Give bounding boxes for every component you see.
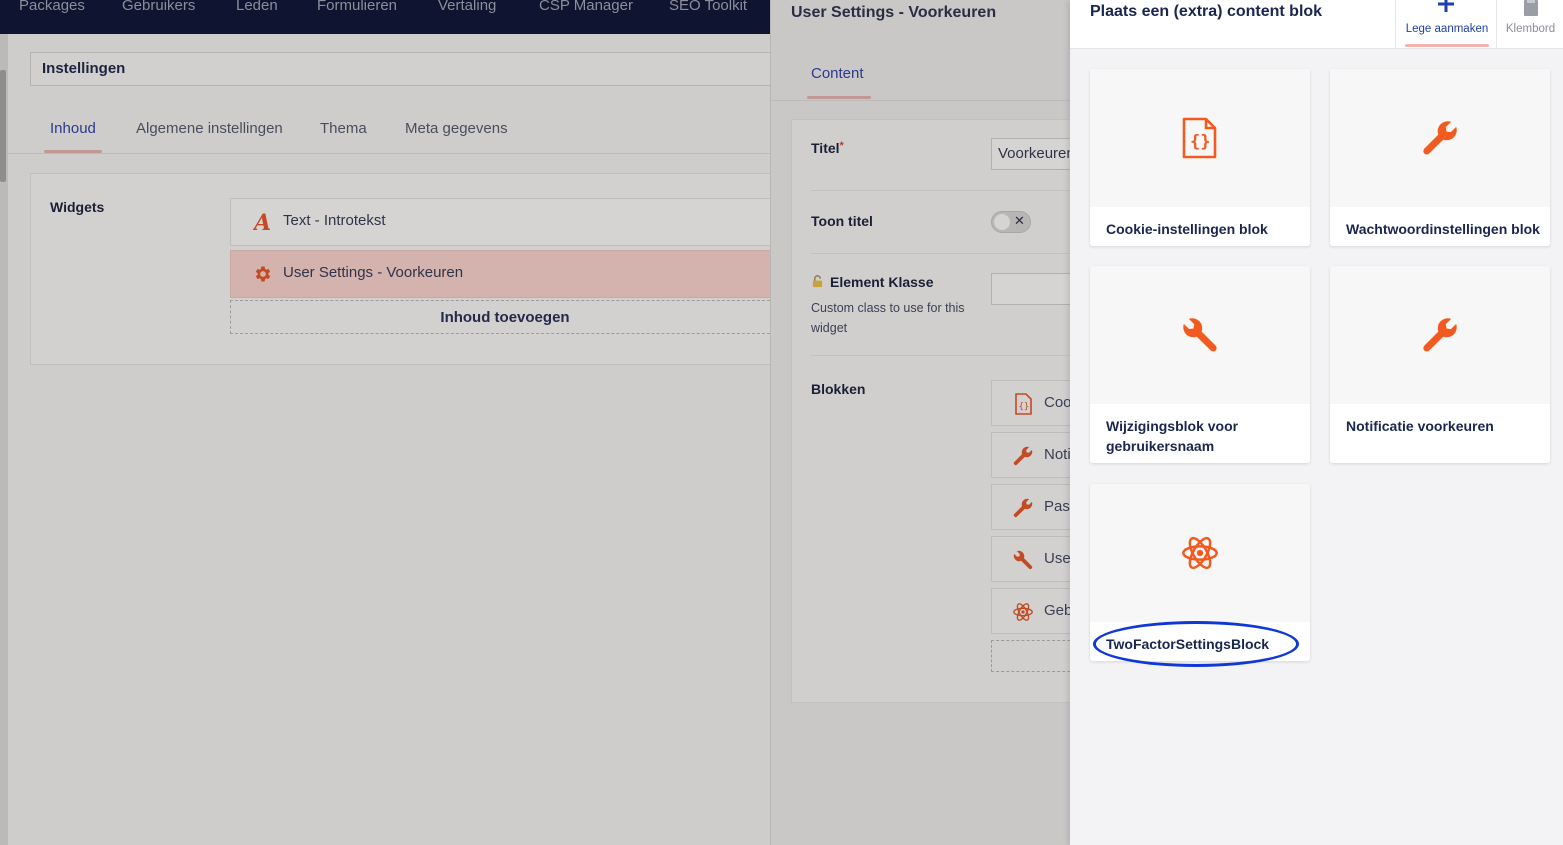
widget-label: Text - Introtekst xyxy=(283,212,386,229)
close-icon: ✕ xyxy=(1014,213,1025,228)
divider xyxy=(811,355,1070,356)
svg-text:A: A xyxy=(253,211,271,233)
create-empty-label: Lege aanmaken xyxy=(1405,23,1489,35)
block-label: User xyxy=(1044,550,1070,567)
titel-input[interactable]: Voorkeuren xyxy=(991,138,1070,170)
drawer-header: Plaats een (extra) content blok Lege aan… xyxy=(1070,0,1563,49)
nav-item-seo-toolkit[interactable]: SEO Toolkit xyxy=(669,0,747,14)
titel-label-text: Titel xyxy=(811,140,840,156)
required-mark: * xyxy=(839,140,844,152)
block-tile-username-change[interactable]: Wijzigingsblok voor gebruikersnaam xyxy=(1090,266,1310,463)
toon-titel-label: Toon titel xyxy=(811,213,873,229)
wrench-icon xyxy=(1012,445,1034,467)
nav-item-gebruikers[interactable]: Gebruikers xyxy=(122,0,195,14)
code-file-icon: {} xyxy=(1180,117,1220,159)
nav-item-leden[interactable]: Leden xyxy=(236,0,278,14)
widget-label: User Settings - Voorkeuren xyxy=(283,264,464,281)
toggle-knob xyxy=(994,214,1010,230)
block-tile-password-settings[interactable]: Wachtwoordinstellingen blok xyxy=(1330,69,1550,246)
svg-text:{}: {} xyxy=(1190,132,1210,152)
tile-label: Wijzigingsblok voor gebruikersnaam xyxy=(1106,418,1239,454)
widget-row-text[interactable]: A Text - Introtekst xyxy=(230,198,780,246)
block-label: Pass xyxy=(1044,498,1070,515)
tab-meta-gegevens[interactable]: Meta gegevens xyxy=(405,120,508,137)
svg-text:{}: {} xyxy=(1019,402,1030,412)
element-klasse-input[interactable] xyxy=(991,273,1070,305)
block-row-cookie[interactable]: {} Coo xyxy=(991,380,1070,426)
active-tab-indicator xyxy=(44,150,102,153)
tile-label: Notificatie voorkeuren xyxy=(1346,418,1494,434)
wrench-icon xyxy=(1012,497,1034,519)
block-label: Coo xyxy=(1044,394,1070,411)
code-file-icon: {} xyxy=(1012,393,1034,415)
wrench-icon xyxy=(1420,314,1460,356)
tab-thema[interactable]: Thema xyxy=(320,120,367,137)
active-tab-indicator xyxy=(807,96,871,99)
block-tile-notification-preferences[interactable]: Notificatie voorkeuren xyxy=(1330,266,1550,463)
gear-icon xyxy=(253,263,273,285)
tile-label: TwoFactorSettingsBlock xyxy=(1106,636,1270,652)
element-klasse-description: Custom class to use for this widget xyxy=(811,301,965,335)
top-navigation: Packages Gebruikers Leden Formulieren Ve… xyxy=(0,0,780,34)
clipboard-label: Klembord xyxy=(1505,23,1556,35)
titel-label: Titel* xyxy=(811,140,844,156)
clipboard-icon xyxy=(1524,0,1538,16)
text-a-icon: A xyxy=(252,210,273,236)
add-block-button[interactable] xyxy=(991,640,1070,672)
block-row-gebruiker[interactable]: Geb xyxy=(991,588,1070,634)
divider xyxy=(811,253,1070,254)
block-label: Noti xyxy=(1044,446,1070,463)
element-klasse-label: Element Klasse xyxy=(811,274,934,290)
scrollbar-thumb[interactable] xyxy=(0,70,6,182)
divider xyxy=(811,190,1070,191)
nav-item-vertaling[interactable]: Vertaling xyxy=(438,0,496,14)
lock-icon xyxy=(812,275,823,288)
divider xyxy=(771,100,1070,101)
drawer-title: Plaats een (extra) content blok xyxy=(1090,3,1323,20)
atom-icon xyxy=(1012,601,1034,623)
atom-icon xyxy=(1180,532,1220,574)
block-row-password[interactable]: Pass xyxy=(991,484,1070,530)
tile-label: Wachtwoordinstellingen blok xyxy=(1346,221,1540,237)
nav-item-csp-manager[interactable]: CSP Manager xyxy=(539,0,633,14)
clipboard-button[interactable]: Klembord xyxy=(1498,0,1563,49)
active-indicator xyxy=(1405,44,1489,47)
wrench-icon xyxy=(1180,314,1220,356)
editor-title: User Settings - Voorkeuren xyxy=(791,4,997,21)
create-empty-button[interactable]: Lege aanmaken xyxy=(1395,0,1497,49)
nav-item-packages[interactable]: Packages xyxy=(19,0,85,14)
block-label: Geb xyxy=(1044,602,1070,619)
element-klasse-text: Element Klasse xyxy=(830,274,934,290)
content-block-picker-drawer: Plaats een (extra) content blok Lege aan… xyxy=(1070,0,1563,845)
wrench-icon xyxy=(1420,117,1460,159)
block-row-notificatie[interactable]: Noti xyxy=(991,432,1070,478)
block-tile-two-factor-settings[interactable]: TwoFactorSettingsBlock xyxy=(1090,484,1310,661)
document-name-input[interactable]: Instellingen xyxy=(30,52,790,86)
plus-icon xyxy=(1436,0,1456,17)
wrench-icon xyxy=(1012,549,1034,571)
left-scroll-strip xyxy=(0,34,8,845)
block-tile-cookie-settings[interactable]: {} Cookie-instellingen blok xyxy=(1090,69,1310,246)
blokken-label: Blokken xyxy=(811,381,866,397)
widgets-label: Widgets xyxy=(50,199,105,215)
tab-inhoud[interactable]: Inhoud xyxy=(50,120,96,137)
toon-titel-toggle[interactable]: ✕ xyxy=(991,211,1031,233)
add-content-button[interactable]: Inhoud toevoegen xyxy=(230,300,780,334)
nav-item-formulieren[interactable]: Formulieren xyxy=(317,0,397,14)
tab-algemene-instellingen[interactable]: Algemene instellingen xyxy=(136,120,283,137)
block-row-username[interactable]: User xyxy=(991,536,1070,582)
widget-editor-panel: User Settings - Voorkeuren Content Titel… xyxy=(770,0,1070,845)
tile-label: Cookie-instellingen blok xyxy=(1106,221,1268,237)
tab-content[interactable]: Content xyxy=(811,65,864,82)
widget-row-user-settings[interactable]: User Settings - Voorkeuren xyxy=(230,250,780,298)
